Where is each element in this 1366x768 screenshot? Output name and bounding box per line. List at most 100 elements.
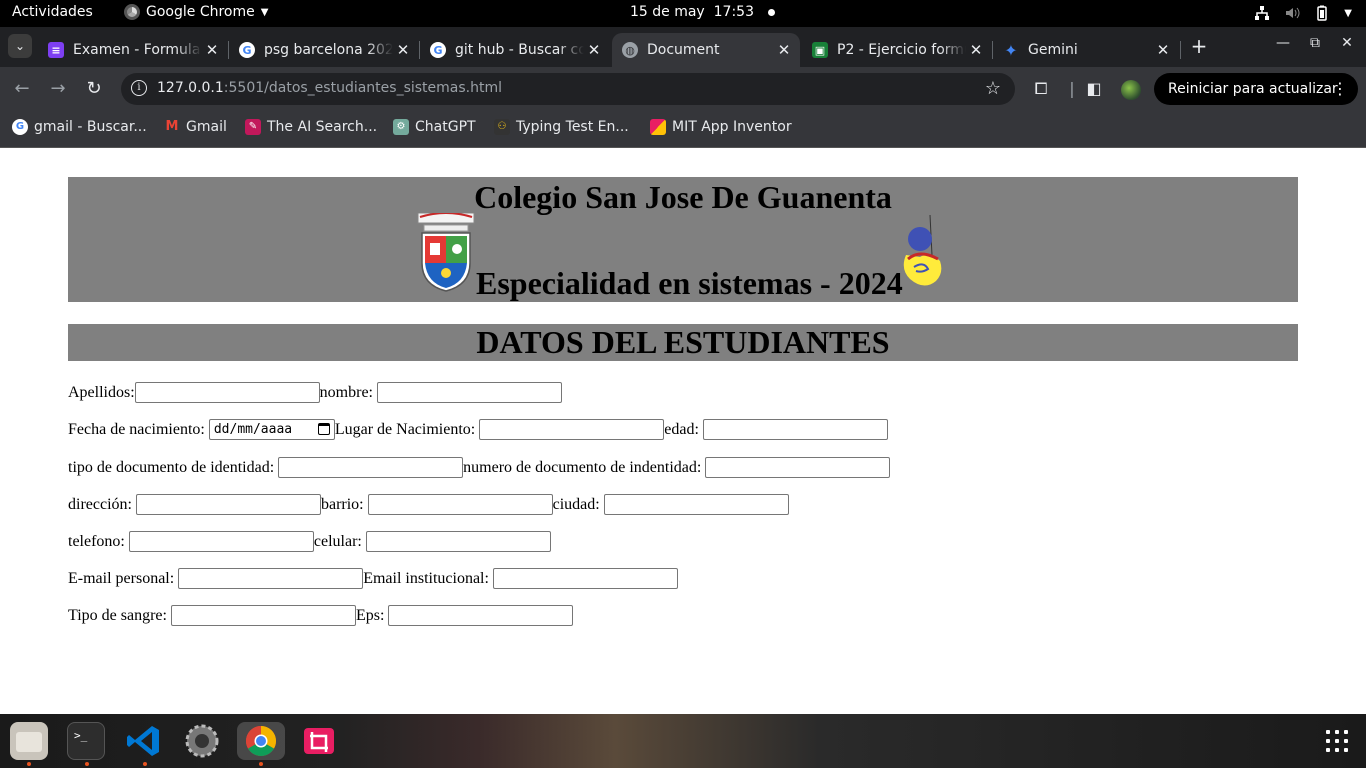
kebab-menu-icon[interactable]: ⋮ bbox=[1332, 79, 1348, 98]
celular-input[interactable] bbox=[365, 531, 551, 552]
bookmark-gmail-search[interactable]: G gmail - Buscar... bbox=[12, 119, 147, 135]
numero-documento-input[interactable] bbox=[705, 457, 891, 478]
tab-github-search[interactable]: G git hub - Buscar con ✕ bbox=[420, 33, 610, 67]
specialty-title: Especialidad en sistemas - 2024 bbox=[476, 265, 903, 301]
apellidos-input[interactable] bbox=[134, 382, 320, 403]
app-menu[interactable]: Google Chrome ▼ bbox=[124, 4, 268, 20]
running-indicator bbox=[143, 762, 147, 766]
bookmark-label: Gmail bbox=[186, 119, 227, 135]
eps-input[interactable] bbox=[388, 605, 574, 626]
volume-icon bbox=[1286, 7, 1300, 19]
lugar-nacimiento-input[interactable] bbox=[479, 419, 665, 440]
gemini-icon: ✦ bbox=[1004, 40, 1018, 60]
bookmark-star-icon[interactable]: ☆ bbox=[985, 78, 1001, 99]
email-institucional-input[interactable] bbox=[492, 568, 678, 589]
close-icon[interactable]: ✕ bbox=[584, 41, 604, 59]
bookmark-typing-test[interactable]: ⚇ Typing Test En... bbox=[494, 119, 629, 135]
app-menu-label: Google Chrome bbox=[146, 4, 255, 20]
google-icon: G bbox=[12, 119, 28, 135]
tab-examen[interactable]: ≡ Examen - Formula ✕ bbox=[38, 33, 228, 67]
ciudad-input[interactable] bbox=[603, 494, 789, 515]
close-icon[interactable]: ✕ bbox=[774, 41, 794, 59]
page-header: Colegio San Jose De Guanenta Especialida… bbox=[68, 177, 1298, 302]
celular-label: celular: bbox=[313, 532, 362, 550]
address-bar[interactable]: i 127.0.0.1:5501/datos_estudiantes_siste… bbox=[121, 73, 1015, 105]
bookmark-ai-search[interactable]: ✎ The AI Search... bbox=[245, 119, 377, 135]
date-placeholder: dd/mm/aaaa bbox=[213, 422, 293, 437]
systems-logo-icon bbox=[903, 215, 942, 286]
notification-dot-icon bbox=[767, 8, 775, 16]
clock-date: 15 de may bbox=[630, 4, 705, 20]
reload-button[interactable]: ↻ bbox=[82, 77, 106, 101]
extensions-icon[interactable]: ⧠ bbox=[1031, 79, 1051, 99]
direccion-input[interactable] bbox=[135, 494, 321, 515]
close-icon[interactable]: ✕ bbox=[966, 41, 986, 59]
page-viewport: Colegio San Jose De Guanenta Especialida… bbox=[0, 148, 1366, 714]
tab-title: psg barcelona 2024 bbox=[264, 42, 393, 58]
system-top-bar: Actividades Google Chrome ▼ 15 de may 17… bbox=[0, 0, 1366, 27]
form-row-address: dirección: barrio: ciudad: bbox=[68, 494, 789, 515]
tab-p2-ejercicio[interactable]: ▣ P2 - Ejercicio formu ✕ bbox=[802, 33, 992, 67]
telefono-label: telefono: bbox=[68, 532, 125, 550]
numero-documento-label: numero de documento de indentidad: bbox=[463, 458, 702, 476]
school-crest-icon bbox=[417, 213, 475, 292]
close-icon[interactable]: ✕ bbox=[393, 41, 413, 59]
lugar-nacimiento-label: Lugar de Nacimiento: bbox=[334, 420, 476, 438]
chatgpt-icon: ⚙ bbox=[393, 119, 409, 135]
files-icon[interactable] bbox=[10, 722, 48, 760]
chrome-dock-icon[interactable] bbox=[237, 722, 285, 760]
tab-psg[interactable]: G psg barcelona 2024 ✕ bbox=[229, 33, 419, 67]
profile-avatar[interactable] bbox=[1121, 80, 1141, 100]
bookmark-chatgpt[interactable]: ⚙ ChatGPT bbox=[393, 119, 476, 135]
tab-strip: ⌄ ≡ Examen - Formula ✕ G psg barcelona 2… bbox=[0, 27, 1366, 67]
form-row-names: Apellidos: nombre: bbox=[68, 382, 562, 403]
ai-search-icon: ✎ bbox=[245, 119, 261, 135]
browser-toolbar: ← → ↻ i 127.0.0.1:5501/datos_estudiantes… bbox=[0, 67, 1366, 111]
running-indicator bbox=[85, 762, 89, 766]
url-text[interactable]: 127.0.0.1:5501/datos_estudiantes_sistema… bbox=[157, 80, 502, 96]
battery-icon bbox=[1317, 5, 1328, 21]
barrio-input[interactable] bbox=[367, 494, 553, 515]
school-name: Colegio San Jose De Guanenta bbox=[474, 179, 892, 215]
edad-input[interactable] bbox=[702, 419, 888, 440]
tab-gemini[interactable]: ✦ Gemini ✕ bbox=[993, 33, 1179, 67]
maximize-button[interactable]: ⧉ bbox=[1305, 35, 1325, 51]
fecha-nacimiento-input[interactable]: dd/mm/aaaa bbox=[208, 419, 335, 440]
tipo-documento-input[interactable] bbox=[278, 457, 464, 478]
network-icon bbox=[1255, 6, 1270, 20]
minimize-button[interactable]: — bbox=[1273, 35, 1293, 51]
email-personal-input[interactable] bbox=[178, 568, 364, 589]
settings-icon[interactable] bbox=[183, 722, 221, 760]
side-panel-icon[interactable]: ◧ bbox=[1084, 79, 1104, 99]
tab-title: Gemini bbox=[1028, 42, 1078, 58]
tab-search-button[interactable]: ⌄ bbox=[8, 34, 32, 58]
restart-to-update-button[interactable]: Reiniciar para actualizar ⋮ bbox=[1154, 73, 1358, 105]
bookmark-gmail[interactable]: M Gmail bbox=[164, 119, 227, 135]
clock[interactable]: 15 de may 17:53 bbox=[630, 4, 775, 20]
tab-title: Examen - Formula bbox=[73, 42, 201, 58]
system-tray[interactable]: ▼ bbox=[1254, 5, 1352, 21]
back-button[interactable]: ← bbox=[10, 77, 34, 101]
telefono-input[interactable] bbox=[128, 531, 314, 552]
close-icon[interactable]: ✕ bbox=[1153, 41, 1173, 59]
nombre-input[interactable] bbox=[377, 382, 562, 403]
tipo-sangre-input[interactable] bbox=[170, 605, 356, 626]
bookmark-app-inventor[interactable]: MIT App Inventor bbox=[650, 119, 792, 135]
bookmark-label: The AI Search... bbox=[267, 119, 378, 135]
vscode-icon[interactable] bbox=[125, 722, 163, 760]
tab-document[interactable]: ◍ Document ✕ bbox=[612, 33, 800, 67]
close-window-button[interactable]: ✕ bbox=[1337, 35, 1357, 51]
bookmark-label: ChatGPT bbox=[415, 119, 476, 135]
terminal-icon[interactable]: >_ bbox=[67, 722, 105, 760]
site-info-icon[interactable]: i bbox=[131, 80, 147, 96]
calendar-icon[interactable] bbox=[317, 423, 330, 435]
new-tab-button[interactable]: + bbox=[1188, 36, 1210, 58]
typing-test-icon: ⚇ bbox=[494, 119, 510, 135]
show-apps-icon[interactable] bbox=[1326, 730, 1348, 752]
screenshot-icon[interactable] bbox=[300, 722, 338, 760]
forward-button[interactable]: → bbox=[46, 77, 70, 101]
section-title-bar: DATOS DEL ESTUDIANTES bbox=[68, 324, 1298, 361]
bookmarks-bar: G gmail - Buscar... M Gmail ✎ The AI Sea… bbox=[0, 111, 1366, 148]
activities-button[interactable]: Actividades bbox=[12, 4, 93, 20]
close-icon[interactable]: ✕ bbox=[202, 41, 222, 59]
